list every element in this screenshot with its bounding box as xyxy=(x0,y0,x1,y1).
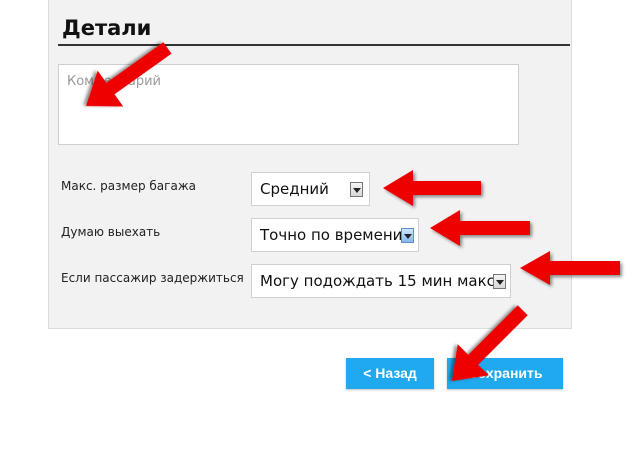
luggage-size-value: Средний xyxy=(260,180,329,198)
dropdown-arrow-icon[interactable] xyxy=(493,274,506,289)
dropdown-arrow-icon[interactable] xyxy=(401,228,414,243)
comment-placeholder: Комментарий xyxy=(67,74,161,89)
departure-select[interactable]: Точно по времени xyxy=(251,218,419,252)
title-divider xyxy=(58,44,570,46)
comment-textarea[interactable]: Комментарий xyxy=(58,64,519,145)
dropdown-arrow-icon[interactable] xyxy=(350,182,363,197)
save-button[interactable]: Сохранить xyxy=(447,358,563,389)
details-title: Детали xyxy=(62,16,152,40)
back-button[interactable]: < Назад xyxy=(346,358,434,389)
passenger-delay-value: Могу подождать 15 мин макс. xyxy=(260,272,500,290)
departure-label: Думаю выехать xyxy=(61,225,161,239)
passenger-delay-label: Если пассажир задержиться xyxy=(61,271,244,285)
luggage-size-select[interactable]: Средний xyxy=(251,172,370,206)
departure-value: Точно по времени xyxy=(260,226,403,244)
passenger-delay-select[interactable]: Могу подождать 15 мин макс. xyxy=(251,264,511,298)
luggage-size-label: Макс. размер багажа xyxy=(61,179,196,193)
